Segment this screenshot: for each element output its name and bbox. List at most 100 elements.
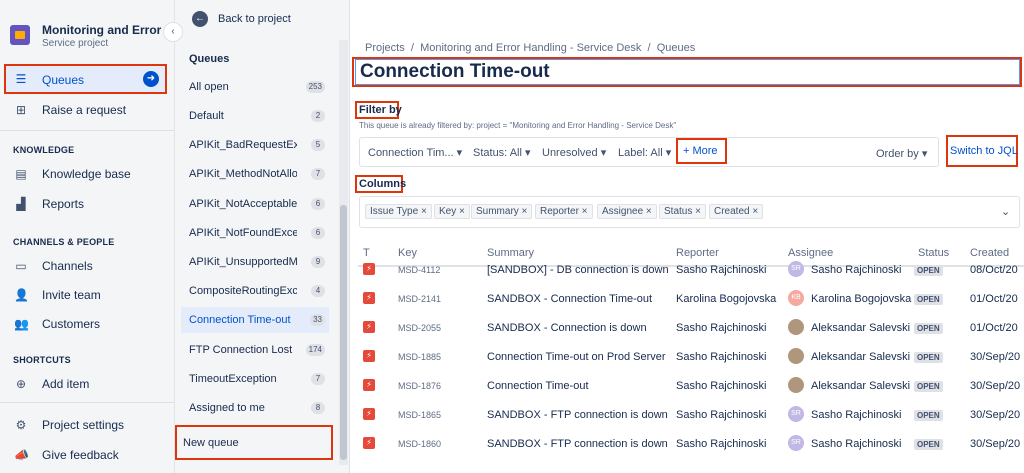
queue-item-label: TimeoutException — [189, 373, 277, 385]
issue-key[interactable]: MSD-1885 — [398, 352, 441, 362]
queue-item[interactable]: APIKit_UnsupportedMe... 9 — [181, 249, 329, 275]
switch-to-jql-button[interactable]: Switch to JQL — [950, 145, 1018, 157]
column-tag[interactable]: Status × — [659, 204, 706, 219]
table-row[interactable]: ⚡ MSD-1860 SANDBOX - FTP connection is dow… — [358, 430, 1024, 459]
issue-created: 30/Sep/20 — [970, 438, 1021, 450]
sidebar-item-add-item[interactable]: ⊕ Add item — [0, 370, 174, 398]
table-row[interactable]: ⚡ MSD-2055 SANDBOX - Connection is down Sas… — [358, 314, 1024, 343]
sidebar-item-customers[interactable]: 👥 Customers — [0, 310, 174, 338]
column-tag[interactable]: Reporter × — [535, 204, 593, 219]
sidebar-item-knowledge-base[interactable]: ▤ Knowledge base — [0, 160, 174, 188]
queue-item[interactable]: All open 253 — [181, 74, 329, 100]
table-row[interactable]: ⚡ MSD-4112 [SANDBOX] - DB connection is do… — [358, 256, 1024, 285]
person-add-icon: 👤 — [14, 288, 29, 302]
queue-item[interactable]: Default 2 — [181, 103, 329, 129]
table-row[interactable]: ⚡ MSD-2141 SANDBOX - Connection Time-out Ka… — [358, 285, 1024, 314]
issue-assignee: Karolina Bogojovska — [811, 293, 912, 305]
queue-count-badge: 7 — [311, 373, 325, 385]
section-heading-channels: CHANNELS & PEOPLE — [13, 237, 115, 247]
issue-summary[interactable]: SANDBOX - Connection Time-out — [487, 293, 652, 305]
queue-item[interactable]: FTP Connection Lost 174 — [181, 337, 329, 363]
queue-item[interactable]: Connection Time-out 33 — [181, 307, 329, 333]
filter-label-dropdown[interactable]: Label: All ▾ — [618, 146, 671, 159]
issue-assignee: Aleksandar Salevski — [811, 322, 911, 334]
column-tag[interactable]: Created × — [709, 204, 764, 219]
table-row[interactable]: ⚡ MSD-1885 Connection Time-out on Prod Ser… — [358, 343, 1024, 372]
back-arrow-icon[interactable]: ← — [192, 11, 208, 27]
issue-reporter: Sasho Rajchinoski — [676, 409, 767, 421]
issue-created: 01/Oct/20 — [970, 293, 1018, 305]
collapse-sidebar-button[interactable]: ‹ — [163, 22, 183, 42]
more-filters-button[interactable]: + More — [683, 145, 718, 157]
sidebar-item-label: Customers — [42, 317, 101, 331]
sidebar-item-label: Project settings — [42, 418, 125, 432]
table-row[interactable]: ⚡ MSD-1865 SANDBOX - FTP connection is dow… — [358, 401, 1024, 430]
chevron-down-icon[interactable]: ⌄ — [1001, 205, 1010, 218]
table-row[interactable]: ⚡ MSD-1876 Connection Time-out Sasho Rajchi… — [358, 372, 1024, 401]
queue-item[interactable]: Assigned to me 8 — [181, 395, 329, 421]
breadcrumb-queues[interactable]: Queues — [657, 42, 696, 54]
sidebar-item-channels[interactable]: ▭ Channels — [0, 252, 174, 280]
filter-resolution-dropdown[interactable]: Unresolved ▾ — [542, 146, 606, 159]
issue-key[interactable]: MSD-1860 — [398, 439, 441, 449]
column-tag[interactable]: Summary × — [471, 204, 533, 219]
incident-type-icon: ⚡ — [363, 292, 375, 304]
filter-queue-dropdown[interactable]: Connection Tim... ▾ — [368, 146, 462, 159]
issue-summary[interactable]: SANDBOX - FTP connection is down — [487, 409, 668, 421]
sidebar-item-reports[interactable]: ▟ Reports — [0, 190, 174, 218]
queue-count-badge: 6 — [311, 198, 325, 210]
queue-item[interactable]: CompositeRoutingExce... 4 — [181, 278, 329, 304]
queue-count-badge: 253 — [305, 81, 325, 93]
issue-summary[interactable]: Connection Time-out on Prod Server — [487, 351, 666, 363]
sidebar-item-invite-team[interactable]: 👤 Invite team — [0, 281, 174, 309]
queue-icon: ☰ — [15, 72, 27, 86]
sidebar-item-give-feedback[interactable]: 📣 Give feedback — [0, 441, 174, 469]
issue-summary[interactable]: Connection Time-out — [487, 380, 589, 392]
status-badge: OPEN — [914, 410, 943, 421]
queue-item[interactable]: TimeoutException 7 — [181, 366, 329, 392]
queue-count-badge: 2 — [311, 110, 325, 122]
queue-count-badge: 5 — [311, 139, 325, 151]
issue-created: 30/Sep/20 — [970, 409, 1021, 421]
arrow-right-icon[interactable]: ➜ — [143, 71, 159, 87]
issue-summary[interactable]: SANDBOX - FTP connection is down — [487, 438, 668, 450]
queue-item[interactable]: APIKit_BadRequestExce... 5 — [181, 132, 329, 158]
back-to-project-link[interactable]: Back to project — [218, 13, 291, 25]
queue-item[interactable]: APIKit_MethodNotAllo... 7 — [181, 161, 329, 187]
sidebar-item-queues[interactable]: ☰ Queues ➜ — [4, 64, 167, 94]
issue-assignee: Aleksandar Salevski — [811, 380, 911, 392]
section-heading-knowledge: KNOWLEDGE — [13, 145, 75, 155]
issue-created: 30/Sep/20 — [970, 351, 1021, 363]
issue-key[interactable]: MSD-1865 — [398, 410, 441, 420]
status-badge: OPEN — [914, 439, 943, 450]
queue-item[interactable]: APIKit_NotAcceptableE... 6 — [181, 191, 329, 217]
issue-key[interactable]: MSD-2141 — [398, 294, 441, 304]
order-by-dropdown[interactable]: Order by ▾ — [876, 147, 927, 160]
issue-key[interactable]: MSD-2055 — [398, 323, 441, 333]
project-logo-icon — [10, 25, 30, 45]
issue-assignee: Aleksandar Salevski — [811, 351, 911, 363]
queue-item[interactable]: APIKit_NotFoundExcept... 6 — [181, 220, 329, 246]
sidebar-item-raise-request[interactable]: ⊞ Raise a request — [0, 96, 174, 124]
queues-scroll-thumb[interactable] — [340, 205, 347, 460]
column-tag[interactable]: Issue Type × — [365, 204, 432, 219]
status-badge: OPEN — [914, 294, 943, 305]
sidebar-item-project-settings[interactable]: ⚙ Project settings — [0, 411, 174, 439]
queue-title-input[interactable]: Connection Time-out — [360, 61, 550, 83]
incident-type-icon: ⚡ — [363, 263, 375, 275]
queue-item-label: Default — [189, 110, 224, 122]
new-queue-link[interactable]: New queue — [183, 437, 239, 449]
breadcrumb-project[interactable]: Monitoring and Error Handling - Service … — [420, 42, 641, 54]
filter-status-dropdown[interactable]: Status: All ▾ — [473, 146, 531, 159]
breadcrumb-projects[interactable]: Projects — [365, 42, 405, 54]
issue-summary[interactable]: [SANDBOX] - DB connection is down — [487, 264, 669, 276]
column-tag[interactable]: Key × — [434, 204, 470, 219]
queue-item-label: APIKit_UnsupportedMe... — [189, 256, 297, 268]
column-tag[interactable]: Assignee × — [597, 204, 657, 219]
avatar: KB — [788, 290, 804, 306]
issue-summary[interactable]: SANDBOX - Connection is down — [487, 322, 647, 334]
issue-key[interactable]: MSD-4112 — [398, 265, 440, 275]
sidebar-item-label: Queues — [42, 73, 85, 87]
issue-key[interactable]: MSD-1876 — [398, 381, 441, 391]
status-badge: OPEN — [914, 381, 943, 392]
